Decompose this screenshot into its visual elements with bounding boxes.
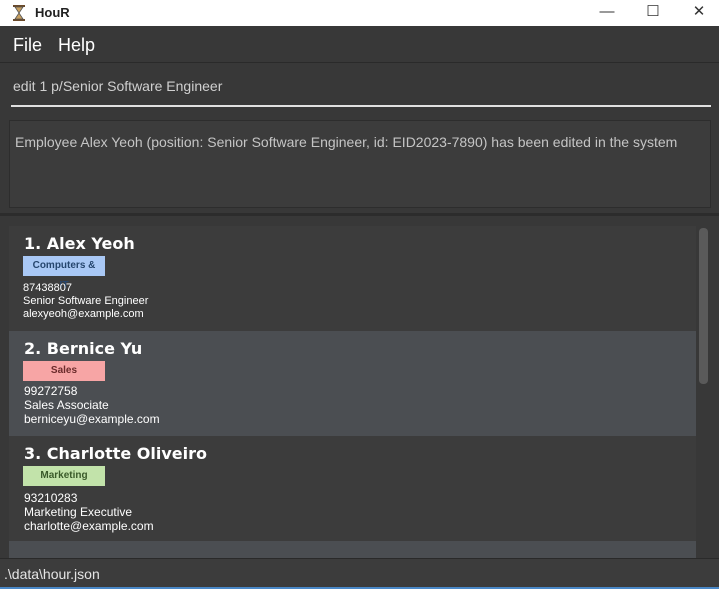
employee-name: 2. Bernice Yu: [24, 339, 143, 358]
data-file-path: .\data\hour.json: [4, 566, 100, 582]
employee-email: alexyeoh@example.com: [23, 308, 144, 320]
employee-card[interactable]: 2. Bernice Yu Sales 99272758 Sales Assoc…: [9, 331, 696, 436]
menu-bar: File Help: [0, 26, 719, 63]
minimize-button[interactable]: —: [584, 0, 630, 26]
employee-phone: 87438807: [23, 282, 72, 294]
department-tag: Sales: [23, 361, 105, 381]
hourglass-icon: [13, 5, 25, 21]
menu-file[interactable]: File: [13, 35, 42, 56]
close-button[interactable]: ✕: [676, 0, 719, 26]
status-bar: .\data\hour.json: [0, 558, 719, 589]
employee-card[interactable]: [9, 541, 696, 558]
employee-card[interactable]: 3. Charlotte Oliveiro Marketing 93210283…: [9, 436, 696, 541]
employee-phone: 99272758: [24, 384, 78, 398]
window-title: HouR: [35, 5, 70, 20]
scrollbar-thumb[interactable]: [699, 228, 708, 384]
employee-position: Sales Associate: [24, 398, 109, 412]
employee-email: berniceyu@example.com: [24, 412, 160, 426]
employee-name: 3. Charlotte Oliveiro: [24, 444, 208, 463]
result-display: Employee Alex Yeoh (position: Senior Sof…: [9, 120, 711, 208]
department-tag: Marketing: [23, 466, 105, 486]
employee-list[interactable]: 1. Alex Yeoh Computers & IT 87438807 Sen…: [0, 216, 719, 558]
employee-position: Senior Software Engineer: [23, 295, 149, 307]
title-bar: HouR — ☐ ✕: [0, 0, 719, 26]
employee-name: 1. Alex Yeoh: [24, 234, 135, 253]
department-tag: Computers & IT: [23, 256, 105, 291]
employee-email: charlotte@example.com: [24, 519, 154, 533]
list-scrollbar[interactable]: [698, 228, 710, 542]
maximize-button[interactable]: ☐: [630, 0, 676, 26]
employee-position: Marketing Executive: [24, 505, 133, 519]
employee-phone: 93210283: [24, 491, 78, 505]
command-input[interactable]: edit 1 p/Senior Software Engineer: [11, 71, 711, 107]
command-area: edit 1 p/Senior Software Engineer: [0, 63, 719, 113]
menu-help[interactable]: Help: [58, 35, 95, 56]
employee-card[interactable]: 1. Alex Yeoh Computers & IT 87438807 Sen…: [9, 226, 696, 331]
